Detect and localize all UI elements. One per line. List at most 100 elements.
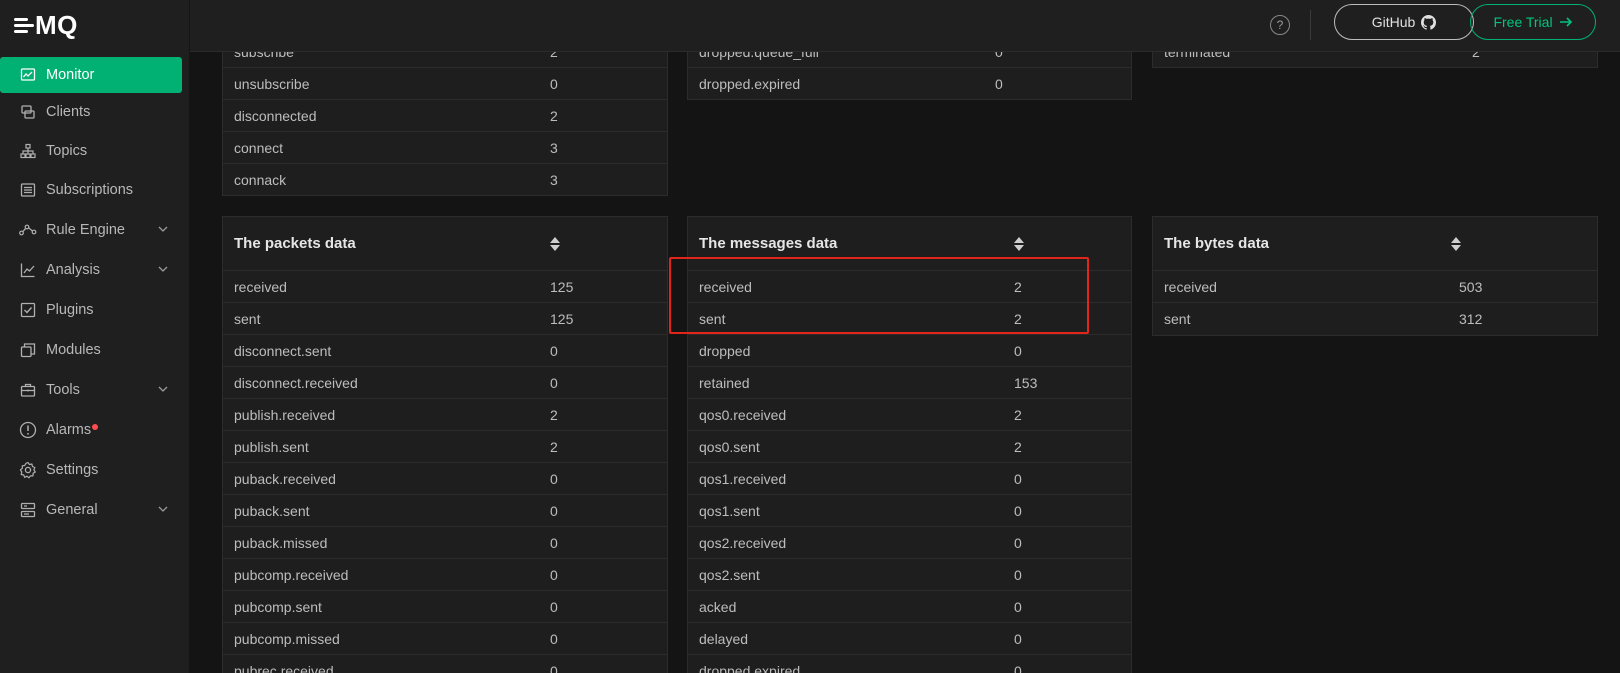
packets-header: The packets data: [223, 217, 667, 271]
sidebar-item-analysis[interactable]: Analysis: [0, 250, 190, 290]
metric-value: 0: [550, 535, 558, 551]
sidebar-item-label: Analysis: [46, 262, 100, 278]
table-row: qos0.received 2: [688, 399, 1131, 431]
table-row: received 2: [688, 271, 1131, 303]
metric-name: pubcomp.missed: [234, 631, 340, 647]
table-row: pubcomp.sent 0: [223, 591, 667, 623]
chevron-down-icon: [156, 382, 170, 396]
messages-title: The messages data: [699, 235, 838, 252]
table-row: publish.sent 2: [223, 431, 667, 463]
github-button[interactable]: GitHub: [1334, 4, 1474, 40]
sidebar-item-label: Clients: [46, 104, 91, 120]
sidebar-item-label: Tools: [46, 382, 80, 398]
sidebar-item-general[interactable]: General: [0, 490, 190, 530]
topics-icon: [18, 141, 38, 161]
packets-rows: received 125 sent 125 disconnect.sent 0 discon…: [223, 271, 667, 673]
metric-value: 2: [550, 108, 558, 124]
messages-rows: received 2 sent 2 dropped 0 retained 153 qos0.re…: [688, 271, 1131, 673]
packets-title: The packets data: [234, 235, 356, 252]
sidebar-item-tools[interactable]: Tools: [0, 370, 190, 410]
arrow-right-icon: [1559, 17, 1572, 27]
metric-value: 0: [995, 76, 1003, 92]
metric-name: publish.received: [234, 407, 336, 423]
metric-name: pubrec.received: [234, 663, 334, 673]
metric-value: 0: [1014, 535, 1022, 551]
table-row: qos2.received 0: [688, 527, 1131, 559]
top-header: ? GitHub Free Trial: [190, 0, 1620, 52]
metric-value: 0: [550, 76, 558, 92]
table-row: pubrec.received 0: [223, 655, 667, 673]
sidebar-item-clients[interactable]: Clients: [0, 92, 190, 132]
sidebar-item-plugins[interactable]: Plugins: [0, 290, 190, 330]
emq-logo[interactable]: MQ: [0, 0, 189, 50]
metric-name: unsubscribe: [234, 76, 310, 92]
metric-name: sent: [234, 311, 261, 327]
sidebar-item-alarms[interactable]: Alarms: [0, 410, 190, 450]
help-icon[interactable]: ?: [1270, 15, 1290, 35]
table-row: puback.sent 0: [223, 495, 667, 527]
table-row: dropped.expired 0: [688, 68, 1131, 100]
table-row: disconnect.sent 0: [223, 335, 667, 367]
sidebar-item-modules[interactable]: Modules: [0, 330, 190, 370]
sidebar-item-subscriptions[interactable]: Subscriptions: [0, 170, 190, 210]
sort-icon[interactable]: [549, 236, 561, 252]
chevron-down-icon: [156, 502, 170, 516]
metric-value: 153: [1014, 375, 1038, 391]
app-root: MQ Monitor Clients Topics Subscriptions Rule…: [0, 0, 1620, 673]
general-icon: [18, 500, 38, 520]
metric-name: publish.sent: [234, 439, 309, 455]
sidebar-item-topics[interactable]: Topics: [0, 131, 190, 171]
tools-icon: [18, 380, 38, 400]
metric-name: qos2.received: [699, 535, 787, 551]
sidebar-item-label: Monitor: [46, 67, 95, 83]
metric-value: 125: [550, 311, 574, 327]
monitor-content[interactable]: subscribe 2 unsubscribe 0 disconnected 2 conne…: [190, 0, 1620, 673]
sidebar-item-settings[interactable]: Settings: [0, 450, 190, 490]
bytes-rows: received 503 sent 312: [1153, 271, 1597, 335]
table-row: pubcomp.received 0: [223, 559, 667, 591]
metric-value: 0: [550, 599, 558, 615]
modules-icon: [18, 340, 38, 360]
sort-icon[interactable]: [1450, 236, 1462, 252]
metric-name: dropped.expired: [699, 663, 801, 673]
table-row: dropped 0: [688, 335, 1131, 367]
monitor-icon: [18, 65, 38, 85]
table-row: connect 3: [223, 132, 667, 164]
sidebar-item-monitor[interactable]: Monitor: [0, 57, 182, 93]
metric-name: disconnect.received: [234, 375, 358, 391]
sidebar-item-rule-engine[interactable]: Rule Engine: [0, 210, 190, 250]
chevron-down-icon: [156, 222, 170, 236]
metric-name: qos1.received: [699, 471, 787, 487]
sidebar-item-label: Topics: [46, 143, 88, 159]
metric-name: pubcomp.received: [234, 567, 349, 583]
table-row: qos2.sent 0: [688, 559, 1131, 591]
alarm-badge-dot: [92, 424, 99, 430]
bytes-header: The bytes data: [1153, 217, 1597, 271]
metric-name: disconnected: [234, 108, 317, 124]
free-trial-label: Free Trial: [1493, 14, 1553, 30]
metric-value: 3: [550, 172, 558, 188]
sidebar-item-label: Plugins: [46, 302, 94, 318]
table-row: sent 125: [223, 303, 667, 335]
metric-name: connack: [234, 172, 287, 188]
metric-value: 0: [550, 471, 558, 487]
logo-bars-icon: [14, 16, 34, 34]
alarms-icon: [18, 420, 38, 440]
metric-name: qos0.sent: [699, 439, 760, 455]
metric-value: 2: [550, 439, 558, 455]
metric-name: received: [699, 279, 752, 295]
metric-name: sent: [699, 311, 726, 327]
sort-icon[interactable]: [1013, 236, 1025, 252]
messages-header: The messages data: [688, 217, 1131, 271]
metric-name: sent: [1164, 311, 1191, 327]
table-row: pubcomp.missed 0: [223, 623, 667, 655]
table-row: qos1.sent 0: [688, 495, 1131, 527]
free-trial-button[interactable]: Free Trial: [1470, 4, 1596, 40]
table-row: delayed 0: [688, 623, 1131, 655]
metric-value: 2: [1014, 279, 1022, 295]
clients-icon: [18, 102, 38, 122]
metric-name: received: [1164, 279, 1217, 295]
sidebar-item-label: Rule Engine: [46, 222, 125, 238]
metric-value: 312: [1459, 311, 1483, 327]
metric-value: 0: [1014, 567, 1022, 583]
